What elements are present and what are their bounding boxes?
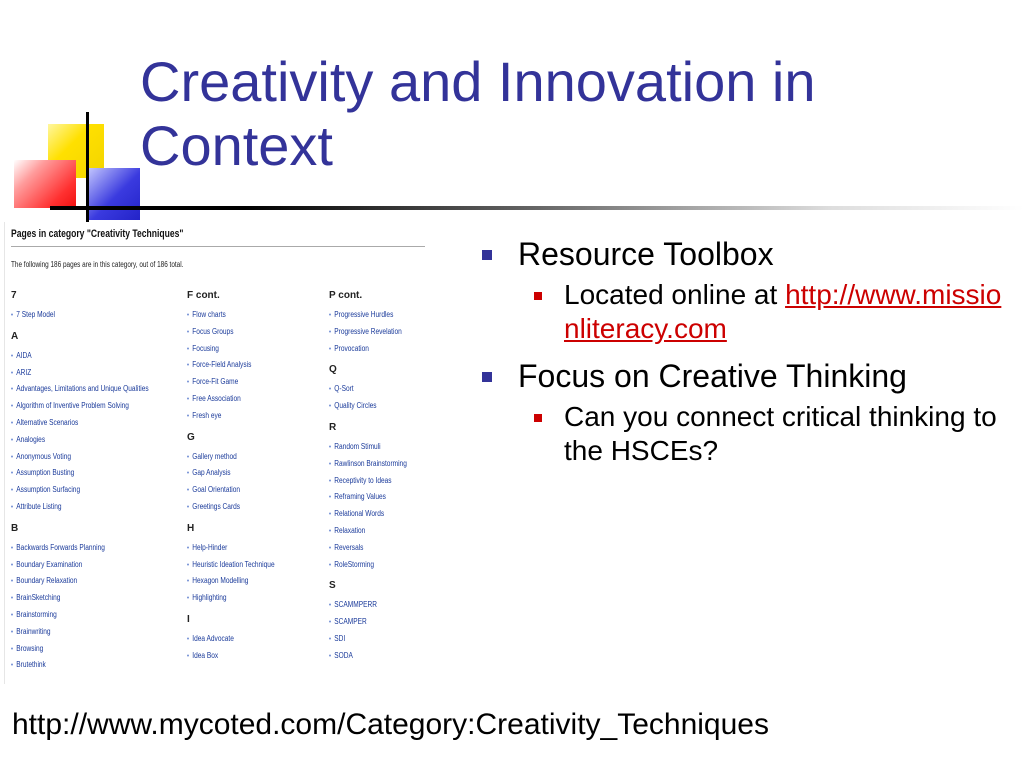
- category-link[interactable]: Progressive Revelation: [329, 327, 429, 344]
- category-link[interactable]: Focus Groups: [187, 327, 302, 344]
- title-underline: [50, 206, 1024, 210]
- category-link[interactable]: Brainwriting: [11, 627, 126, 644]
- category-link[interactable]: Provocation: [329, 344, 429, 361]
- category-link[interactable]: Hexagon Modelling: [187, 576, 302, 593]
- section-heading: H: [187, 522, 195, 534]
- category-link[interactable]: SCAMPER: [329, 617, 429, 634]
- screenshot-subtitle: The following 186 pages are in this cate…: [11, 260, 184, 269]
- category-link[interactable]: ARIZ: [11, 368, 126, 385]
- category-link[interactable]: Assumption Busting: [11, 468, 126, 485]
- category-link[interactable]: AIDA: [11, 351, 126, 368]
- category-link[interactable]: BrainSketching: [11, 593, 126, 610]
- bullet-text: Focus on Creative Thinking: [518, 358, 907, 394]
- category-link[interactable]: Focusing: [187, 344, 302, 361]
- category-link[interactable]: Relaxation: [329, 526, 429, 543]
- bullet-text: Resource Toolbox: [518, 236, 774, 272]
- category-link[interactable]: Goal Orientation: [187, 485, 302, 502]
- category-link[interactable]: Receptivity to Ideas: [329, 476, 429, 493]
- category-link[interactable]: Idea Advocate: [187, 634, 302, 651]
- sub-bullet-text: Located online at: [564, 279, 778, 310]
- category-link[interactable]: RoleStorming: [329, 560, 429, 577]
- bullet-focus-creative-thinking: Focus on Creative Thinking: [482, 358, 1002, 394]
- category-link[interactable]: Fresh eye: [187, 411, 302, 428]
- category-link[interactable]: Relational Words: [329, 509, 429, 526]
- category-link[interactable]: Help-Hinder: [187, 543, 302, 560]
- section-heading: F cont.: [187, 290, 220, 301]
- category-link[interactable]: SCAMMPERR: [329, 600, 429, 617]
- category-link[interactable]: Advantages, Limitations and Unique Quali…: [11, 384, 148, 401]
- category-link[interactable]: Force-Fit Game: [187, 377, 302, 394]
- category-link[interactable]: Free Association: [187, 394, 302, 411]
- category-link[interactable]: Anonymous Voting: [11, 452, 126, 469]
- category-link[interactable]: Force-Field Analysis: [187, 360, 302, 377]
- category-link[interactable]: Boundary Examination: [11, 560, 126, 577]
- sub-bullet-hsce-question: Can you connect critical thinking to the…: [482, 400, 1002, 468]
- section-heading: R: [329, 421, 337, 433]
- screenshot-column-3: P cont. Progressive HurdlesProgressive Re…: [329, 286, 429, 668]
- deco-red-square: [14, 160, 76, 208]
- category-link[interactable]: Gallery method: [187, 452, 302, 469]
- category-link[interactable]: Boundary Relaxation: [11, 576, 126, 593]
- section-heading: G: [187, 431, 195, 443]
- category-link[interactable]: SODA: [329, 651, 429, 668]
- category-link[interactable]: Greetings Cards: [187, 502, 302, 519]
- screenshot-column-2: F cont.Flow chartsFocus GroupsFocusingFo…: [187, 286, 327, 668]
- category-link[interactable]: Backwards Forwards Planning: [11, 543, 126, 560]
- section-heading: P cont.: [329, 290, 363, 301]
- category-link[interactable]: Highlighting: [187, 593, 302, 610]
- square-bullet-icon: [534, 414, 542, 422]
- category-link[interactable]: Gap Analysis: [187, 468, 302, 485]
- category-link[interactable]: Browsing: [11, 644, 126, 661]
- category-link[interactable]: Reframing Values: [329, 492, 429, 509]
- square-bullet-icon: [482, 250, 492, 260]
- category-link[interactable]: 7 Step Model: [11, 310, 126, 327]
- category-link[interactable]: Q-Sort: [329, 384, 429, 401]
- screenshot-column-1: 7 7 Step Model A AIDAARIZAdvantages, Limita…: [11, 286, 151, 677]
- sub-bullet-location: Located online at http://www.missionlite…: [482, 278, 1002, 346]
- section-heading: 7: [11, 290, 17, 301]
- category-link[interactable]: Idea Box: [187, 651, 302, 668]
- square-bullet-icon: [482, 372, 492, 382]
- category-link[interactable]: Quality Circles: [329, 401, 429, 418]
- category-link[interactable]: Progressive Hurdles: [329, 310, 429, 327]
- category-link[interactable]: Alternative Scenarios: [11, 418, 126, 435]
- section-heading: Q: [329, 364, 337, 376]
- section-heading: A: [11, 330, 19, 342]
- square-bullet-icon: [534, 292, 542, 300]
- category-link[interactable]: Brainstorming: [11, 610, 126, 627]
- category-link[interactable]: SDI: [329, 634, 429, 651]
- category-link[interactable]: Random Stimuli: [329, 442, 429, 459]
- deco-blue-square: [86, 168, 140, 220]
- category-link[interactable]: Analogies: [11, 435, 126, 452]
- footer-url: http://www.mycoted.com/Category:Creativi…: [12, 708, 769, 741]
- category-link[interactable]: Algorithm of Inventive Problem Solving: [11, 401, 129, 418]
- screenshot-divider: [11, 246, 425, 247]
- screenshot-title: Pages in category "Creativity Techniques…: [11, 228, 184, 240]
- category-link[interactable]: Brutethink: [11, 660, 126, 677]
- category-link[interactable]: Reversals: [329, 543, 429, 560]
- bullet-resource-toolbox: Resource Toolbox: [482, 236, 1002, 272]
- category-link[interactable]: Attribute Listing: [11, 502, 126, 519]
- bullet-list: Resource Toolbox Located online at http:…: [482, 236, 1002, 480]
- section-heading: I: [187, 613, 190, 625]
- category-link[interactable]: Rawlinson Brainstorming: [329, 459, 429, 476]
- category-link[interactable]: Flow charts: [187, 310, 302, 327]
- sub-bullet-text: Can you connect critical thinking to the…: [564, 401, 997, 466]
- section-heading: B: [11, 522, 19, 534]
- category-link[interactable]: Assumption Surfacing: [11, 485, 126, 502]
- category-page-screenshot: Pages in category "Creativity Techniques…: [4, 222, 429, 684]
- section-heading: S: [329, 580, 336, 592]
- category-link[interactable]: Heuristic Ideation Technique: [187, 560, 302, 577]
- slide-title: Creativity and Innovation in Context: [140, 50, 816, 177]
